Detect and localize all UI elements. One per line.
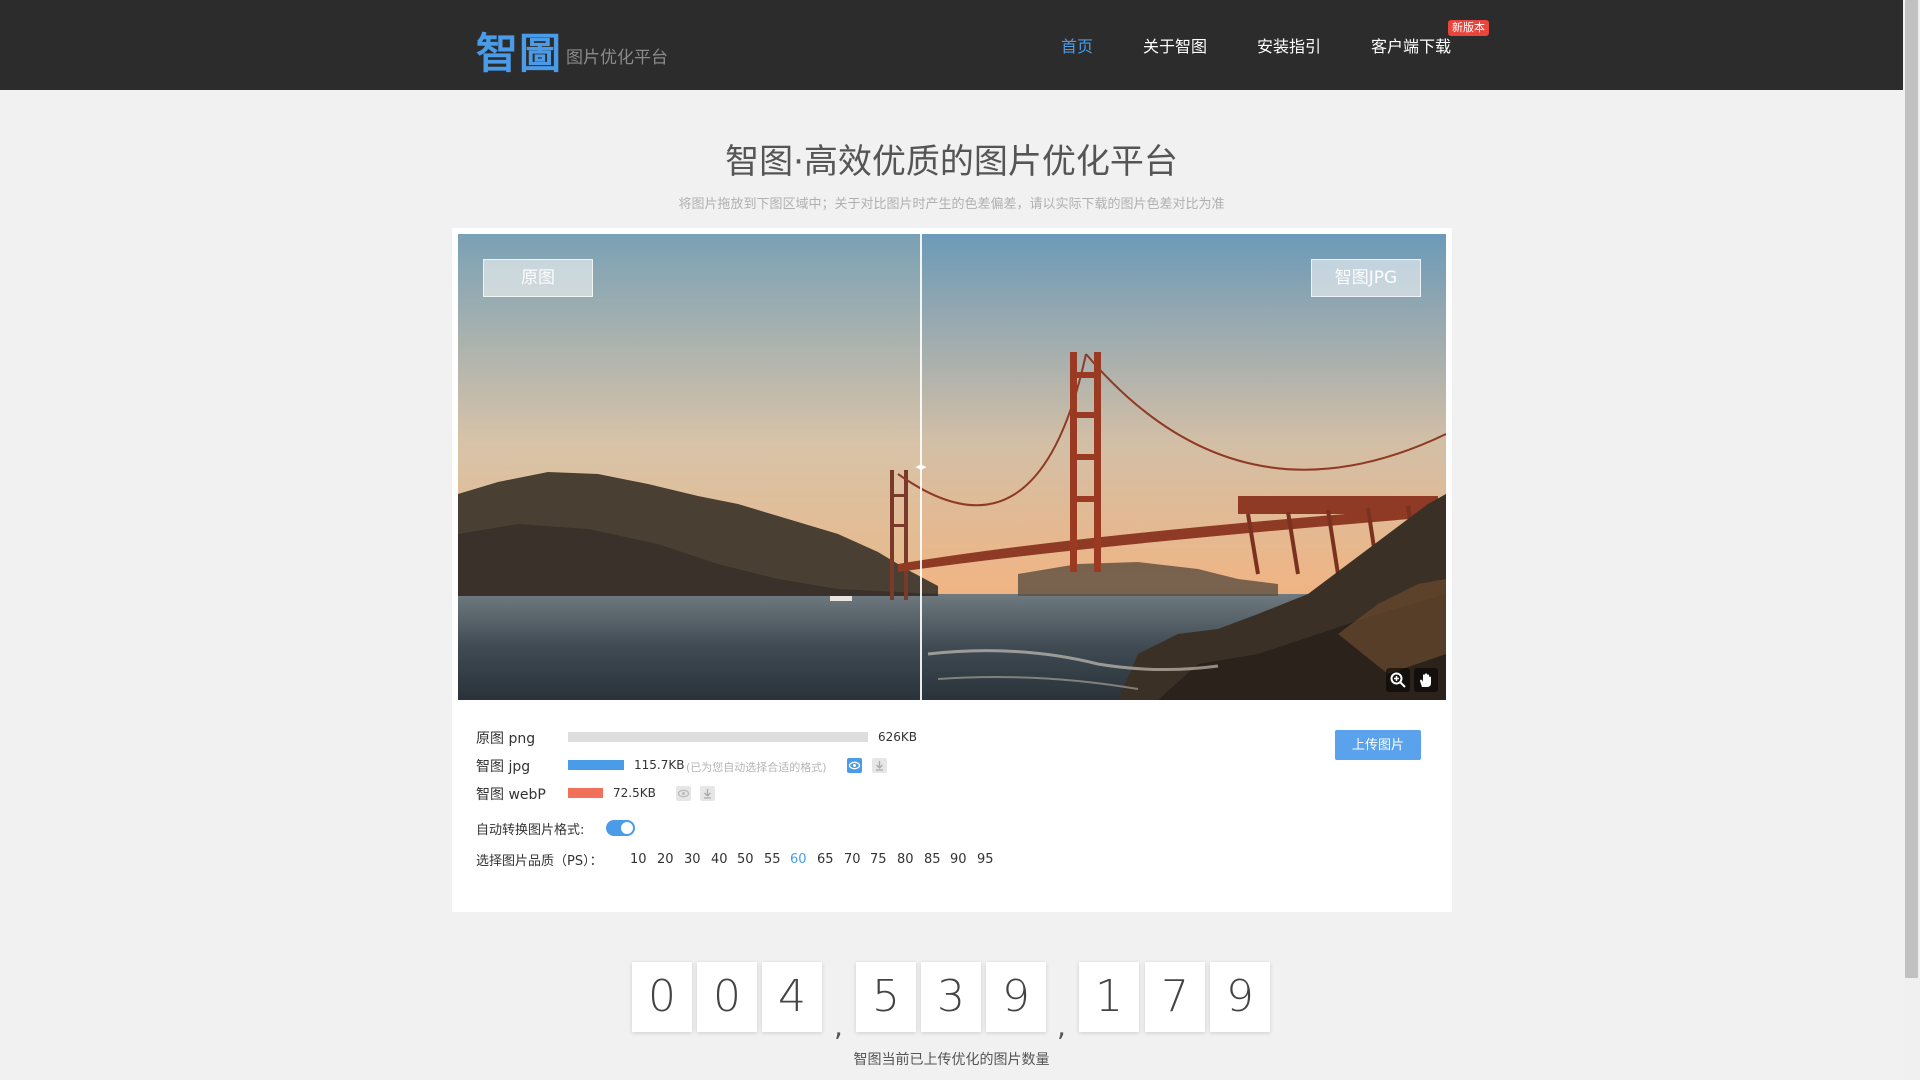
auto-convert-label: 自动转换图片格式: (476, 823, 585, 838)
counter-digit: 0 (697, 962, 757, 1032)
counter-digit: 4 (762, 962, 822, 1032)
quality-option-40[interactable]: 40 (711, 852, 728, 867)
quality-option-90[interactable]: 90 (950, 852, 967, 867)
split-arrows-icon[interactable]: ◂▸ (913, 460, 929, 474)
jpg-size-value: 115.7KB (634, 758, 685, 772)
counter-digit: 3 (921, 962, 981, 1032)
logo-subtitle: 图片优化平台 (566, 48, 668, 68)
drag-hand-icon[interactable] (1414, 668, 1438, 692)
quality-option-10[interactable]: 10 (630, 852, 647, 867)
quality-option-20[interactable]: 20 (657, 852, 674, 867)
page-scrollbar[interactable] (1903, 0, 1920, 1080)
nav-home[interactable]: 首页 (1061, 33, 1093, 57)
webp-download-icon[interactable] (700, 786, 715, 801)
webp-preview-eye-icon[interactable] (676, 786, 691, 801)
original-size-bar (568, 732, 868, 742)
new-version-badge: 新版本 (1448, 20, 1489, 36)
original-size-value: 626KB (878, 730, 918, 744)
nav-install-guide[interactable]: 安装指引 (1257, 33, 1321, 57)
quality-option-50[interactable]: 50 (737, 852, 754, 867)
scrollbar-thumb[interactable] (1905, 0, 1918, 978)
webp-size-bar (568, 788, 603, 798)
original-file-label: 原图 png (476, 731, 536, 747)
quality-label: 选择图片品质（PS）： (476, 854, 603, 869)
jpg-size-bar (568, 760, 624, 770)
quality-option-85[interactable]: 85 (924, 852, 941, 867)
quality-option-70[interactable]: 70 (844, 852, 861, 867)
quality-option-30[interactable]: 30 (684, 852, 701, 867)
page-title: 智图·高效优质的图片优化平台 (725, 142, 1178, 182)
counter-digit: 9 (986, 962, 1046, 1032)
compare-card: ◂▸ 原图 智图JPG 原图 png 626KB 智图 jpg 115.7KB … (452, 228, 1452, 912)
quality-option-75[interactable]: 75 (870, 852, 887, 867)
toggle-knob (621, 822, 633, 834)
upload-image-button[interactable]: 上传图片 (1335, 730, 1421, 760)
zoom-in-icon[interactable] (1386, 668, 1410, 692)
quality-option-80[interactable]: 80 (897, 852, 914, 867)
counter-separator: , (1057, 1010, 1066, 1043)
counter-separator: , (834, 1010, 843, 1043)
bridge-photo (458, 234, 1446, 700)
counter-digit: 9 (1210, 962, 1270, 1032)
optimized-image-label: 智图JPG (1311, 259, 1421, 297)
webp-size-value: 72.5KB (613, 786, 656, 800)
jpg-file-label: 智图 jpg (476, 759, 531, 775)
page-subtitle: 将图片拖放到下图区域中；关于对比图片时产生的色差偏差，请以实际下载的图片色差对比… (678, 197, 1225, 212)
auto-format-hint: (已为您自动选择合适的格式) (686, 761, 827, 774)
auto-convert-toggle[interactable] (606, 820, 635, 836)
nav-client-download[interactable]: 客户端下载 (1371, 33, 1451, 57)
quality-option-60[interactable]: 60 (790, 852, 807, 867)
jpg-preview-eye-icon[interactable] (847, 758, 862, 773)
logo[interactable]: 智圖 (476, 20, 562, 81)
counter-digit: 5 (856, 962, 916, 1032)
image-compare-viewer[interactable]: ◂▸ 原图 智图JPG (458, 234, 1446, 700)
top-header: 智圖 图片优化平台 首页 关于智图 安装指引 客户端下载 新版本 (0, 0, 1903, 90)
webp-file-label: 智图 webP (476, 787, 546, 803)
quality-option-55[interactable]: 55 (764, 852, 781, 867)
counter-digit: 1 (1079, 962, 1139, 1032)
nav-about[interactable]: 关于智图 (1143, 33, 1207, 57)
jpg-download-icon[interactable] (872, 758, 887, 773)
counter-caption: 智图当前已上传优化的图片数量 (853, 1052, 1050, 1068)
quality-option-95[interactable]: 95 (977, 852, 994, 867)
counter-digit: 7 (1145, 962, 1205, 1032)
quality-option-65[interactable]: 65 (817, 852, 834, 867)
counter-digit: 0 (632, 962, 692, 1032)
original-image-label: 原图 (483, 259, 593, 297)
